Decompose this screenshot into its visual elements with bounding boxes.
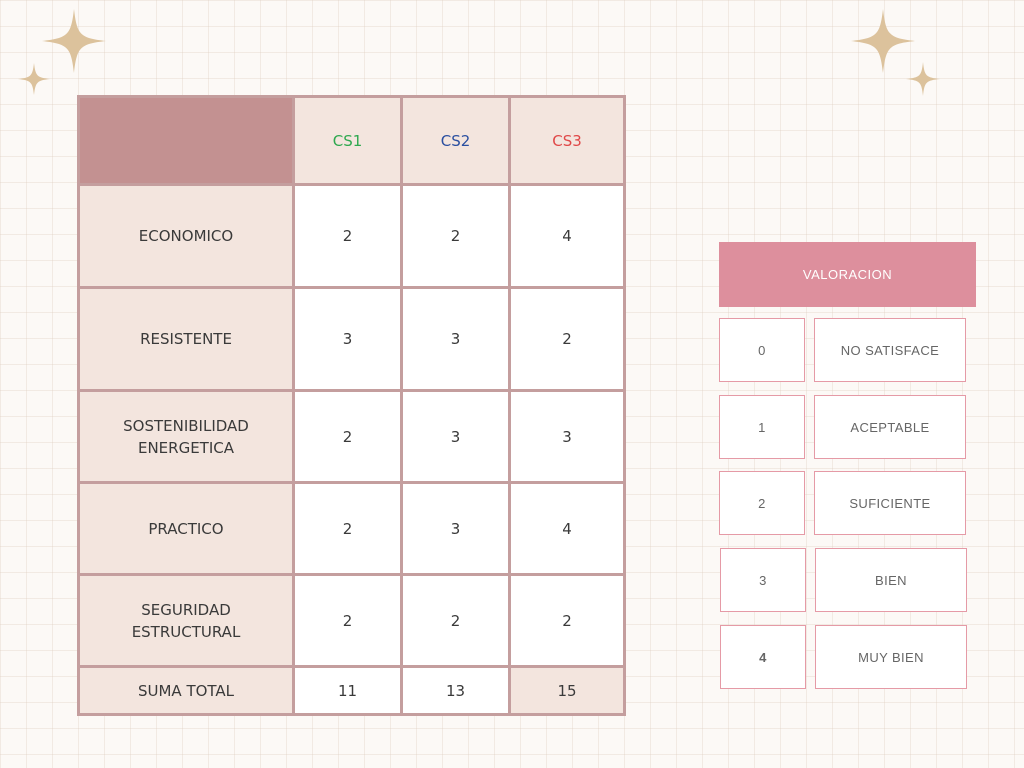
cell-value: 2 xyxy=(292,183,403,289)
table-row: SOSTENIBILIDAD ENERGETICA 2 3 3 xyxy=(77,389,626,484)
table-row: PRACTICO 2 3 4 xyxy=(77,481,626,576)
total-row: SUMA TOTAL 11 13 15 xyxy=(77,665,626,716)
header-cs1: CS1 xyxy=(292,95,403,186)
table-row: SEGURIDAD ESTRUCTURAL 2 2 2 xyxy=(77,573,626,668)
sparkle-icon xyxy=(906,62,940,96)
row-label: ECONOMICO xyxy=(77,183,295,289)
rating-score: 0 xyxy=(719,318,805,382)
rating-label: SUFICIENTE xyxy=(814,471,966,535)
cell-value: 3 xyxy=(292,286,403,392)
row-label: PRACTICO xyxy=(77,481,295,576)
rating-row: 1 ACEPTABLE xyxy=(719,395,966,459)
cell-value: 2 xyxy=(508,573,626,668)
cell-value: 3 xyxy=(400,286,511,392)
cell-value: 3 xyxy=(508,389,626,484)
table-corner-cell xyxy=(77,95,295,186)
rating-row: 4 MUY BIEN xyxy=(720,625,967,689)
header-cs2: CS2 xyxy=(400,95,511,186)
row-label: RESISTENTE xyxy=(77,286,295,392)
criteria-table: CS1 CS2 CS3 ECONOMICO 2 2 4 RESISTENTE 3… xyxy=(77,95,626,716)
header-cs3: CS3 xyxy=(508,95,626,186)
sparkle-icon xyxy=(18,63,50,95)
rating-score: 1 xyxy=(719,395,805,459)
rating-label: BIEN xyxy=(815,548,967,612)
rating-row: 3 BIEN xyxy=(720,548,967,612)
total-value-highlight: 15 xyxy=(508,665,626,716)
rating-header: VALORACION xyxy=(719,242,976,307)
rating-label: NO SATISFACE xyxy=(814,318,966,382)
rating-row: 2 SUFICIENTE xyxy=(719,471,966,535)
rating-score: 4 xyxy=(720,625,806,689)
total-label: SUMA TOTAL xyxy=(77,665,295,716)
rating-score: 3 xyxy=(720,548,806,612)
table-row: RESISTENTE 3 3 2 xyxy=(77,286,626,392)
row-label: SEGURIDAD ESTRUCTURAL xyxy=(77,573,295,668)
rating-label: ACEPTABLE xyxy=(814,395,966,459)
cell-value: 2 xyxy=(292,481,403,576)
total-value: 11 xyxy=(292,665,403,716)
table-row: ECONOMICO 2 2 4 xyxy=(77,183,626,289)
cell-value: 2 xyxy=(400,183,511,289)
cell-value: 2 xyxy=(400,573,511,668)
rating-label: MUY BIEN xyxy=(815,625,967,689)
cell-value: 4 xyxy=(508,481,626,576)
row-label: SOSTENIBILIDAD ENERGETICA xyxy=(77,389,295,484)
cell-value: 4 xyxy=(508,183,626,289)
rating-score: 2 xyxy=(719,471,805,535)
cell-value: 2 xyxy=(292,573,403,668)
cell-value: 2 xyxy=(292,389,403,484)
rating-row: 0 NO SATISFACE xyxy=(719,318,966,382)
cell-value: 3 xyxy=(400,389,511,484)
cell-value: 3 xyxy=(400,481,511,576)
total-value: 13 xyxy=(400,665,511,716)
cell-value: 2 xyxy=(508,286,626,392)
table-header-row: CS1 CS2 CS3 xyxy=(77,95,626,186)
